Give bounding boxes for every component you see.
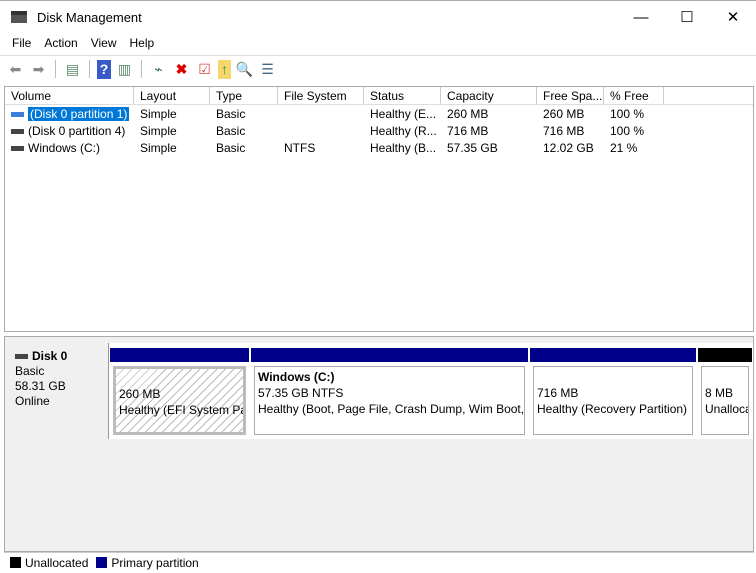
volume-list: Volume Layout Type File System Status Ca… [4, 86, 754, 332]
unallocated-swatch [10, 557, 21, 568]
partition-name: Windows (C:) [258, 370, 335, 384]
free-space-cell: 260 MB [543, 106, 585, 121]
file-system-cell: NTFS [284, 140, 316, 155]
percent-free-cell: 100 % [610, 123, 645, 138]
disk-type: Basic [15, 364, 45, 378]
minimize-button[interactable]: — [618, 1, 664, 33]
legend-unallocated: Unallocated [25, 555, 89, 570]
column-volume[interactable]: Volume [5, 87, 134, 104]
partition-size: 57.35 GB NTFS [258, 386, 344, 400]
table-row[interactable]: Windows (C:) Simple Basic NTFS Healthy (… [5, 139, 753, 156]
free-space-cell: 716 MB [543, 123, 585, 138]
menu-file[interactable]: File [0, 33, 39, 54]
window-title: Disk Management [37, 9, 142, 25]
up-folder-icon[interactable]: ↑ [218, 59, 231, 79]
partition-unallocated[interactable]: 8 MB Unallocated [698, 348, 752, 440]
status-cell: Healthy (R... [370, 123, 437, 138]
legend: Unallocated Primary partition [4, 552, 754, 572]
status-cell: Healthy (B... [370, 140, 437, 155]
properties-icon[interactable]: ☑ [195, 60, 214, 79]
toolbar: ⬅ ➡ ▤ ? ▥ ⌁ ✖ ☑ ↑ 🔍 ☰ [0, 55, 756, 82]
close-button[interactable]: ✕ [710, 1, 756, 33]
partition-status: Healthy (EFI System Partition) [119, 403, 246, 417]
partition-status: Healthy (Recovery Partition) [537, 402, 688, 416]
column-type[interactable]: Type [210, 87, 278, 104]
show-hide-console-tree-icon[interactable]: ▤ [63, 60, 82, 79]
layout-cell: Simple [140, 140, 177, 155]
disk-size: 58.31 GB [15, 379, 66, 393]
help-icon[interactable]: ? [97, 59, 111, 79]
menu-bar: File Action View Help [0, 33, 756, 54]
percent-free-cell: 100 % [610, 106, 645, 121]
partition-recovery[interactable]: 716 MB Healthy (Recovery Partition) [530, 348, 696, 440]
disk-management-icon [11, 11, 27, 23]
volume-icon [11, 128, 24, 134]
percent-free-cell: 21 % [610, 140, 638, 155]
legend-primary: Primary partition [111, 555, 199, 570]
column-file-system[interactable]: File System [278, 87, 364, 104]
layout-cell: Simple [140, 123, 177, 138]
partition-size: 716 MB [537, 386, 579, 400]
forward-arrow-icon[interactable]: ➡ [29, 60, 48, 79]
capacity-cell: 260 MB [447, 106, 489, 121]
delete-icon[interactable]: ✖ [172, 60, 191, 79]
capacity-cell: 57.35 GB [447, 140, 498, 155]
column-status[interactable]: Status [364, 87, 441, 104]
partition-efi[interactable]: 260 MB Healthy (EFI System Partition) [110, 348, 249, 440]
disk-name: Disk 0 [32, 349, 68, 363]
partition-windows-c[interactable]: Windows (C:) 57.35 GB NTFS Healthy (Boot, … [251, 348, 528, 440]
table-row[interactable]: (Disk 0 partition 1) Simple Basic Health… [5, 105, 753, 122]
back-arrow-icon[interactable]: ⬅ [6, 60, 25, 79]
menu-view[interactable]: View [86, 33, 125, 54]
disk-0-label[interactable]: Disk 0 Basic 58.31 GB Online [7, 343, 109, 439]
column-layout[interactable]: Layout [134, 87, 210, 104]
volume-name: Windows (C:) [28, 140, 101, 155]
volume-icon [11, 111, 24, 117]
capacity-cell: 716 MB [447, 123, 489, 138]
primary-swatch [96, 557, 108, 568]
type-cell: Basic [216, 123, 246, 138]
search-folder-icon[interactable]: 🔍 [235, 60, 254, 79]
type-cell: Basic [216, 106, 246, 121]
menu-action[interactable]: Action [39, 33, 85, 54]
title-bar: Disk Management — ☐ ✕ [0, 0, 756, 33]
volume-icon [11, 145, 24, 151]
maximize-button[interactable]: ☐ [664, 1, 710, 33]
partition-size: 8 MB [705, 386, 734, 400]
partition-size: 260 MB [119, 387, 161, 401]
free-space-cell: 12.02 GB [543, 140, 594, 155]
column-percent-free[interactable]: % Free [604, 87, 664, 104]
disk-icon [15, 354, 28, 360]
table-row[interactable]: (Disk 0 partition 4) Simple Basic Health… [5, 122, 753, 139]
column-capacity[interactable]: Capacity [441, 87, 537, 104]
column-free-space[interactable]: Free Spa... [537, 87, 604, 104]
layout-cell: Simple [140, 106, 177, 121]
volume-name: (Disk 0 partition 4) [28, 123, 126, 138]
status-cell: Healthy (E... [370, 106, 437, 121]
show-action-pane-icon[interactable]: ▥ [115, 60, 134, 79]
partition-status: Healthy (Boot, Page File, Crash Dump, Wi… [258, 402, 525, 416]
volume-list-header: Volume Layout Type File System Status Ca… [5, 87, 753, 105]
menu-help[interactable]: Help [125, 33, 163, 54]
disk-graphical-view: Disk 0 Basic 58.31 GB Online 260 MB Healt… [4, 336, 754, 552]
disk-status: Online [15, 394, 50, 408]
list-view-icon[interactable]: ☰ [258, 60, 277, 79]
volume-name: (Disk 0 partition 1) [28, 106, 130, 121]
partition-status: Unallocated [705, 402, 748, 416]
type-cell: Basic [216, 140, 246, 155]
connect-drive-icon[interactable]: ⌁ [149, 60, 168, 79]
